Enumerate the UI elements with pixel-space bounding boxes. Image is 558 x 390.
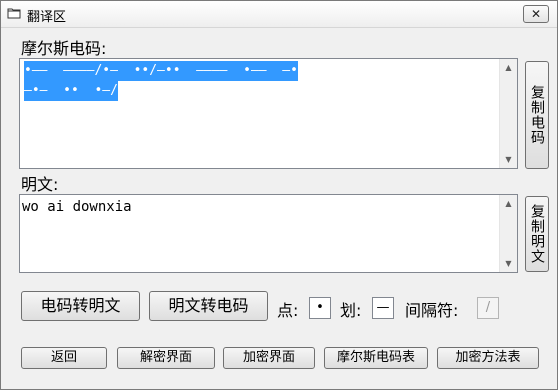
copy-morse-button[interactable]: 复制电码: [525, 61, 549, 169]
dot-label: 点:: [277, 301, 299, 320]
separator-label: 间隔符:: [405, 301, 459, 320]
plaintext-content: wo ai downxia: [22, 199, 132, 215]
scroll-down-arrow-icon[interactable]: ▼: [500, 255, 517, 272]
scroll-up-arrow-icon[interactable]: ▲: [500, 195, 517, 212]
copy-plaintext-button[interactable]: 复制明文: [525, 196, 549, 272]
plain-to-code-button[interactable]: 明文转电码: [149, 291, 268, 321]
morse-line-1: •—— ————/•— ••/—•• ———— •—— —•: [24, 61, 298, 81]
plaintext-textarea[interactable]: wo ai downxia ▲ ▼: [19, 194, 518, 273]
dash-label: 划:: [340, 301, 362, 320]
encrypt-ui-button[interactable]: 加密界面: [223, 347, 315, 369]
morse-label: 摩尔斯电码:: [21, 39, 107, 58]
close-button[interactable]: ✕: [523, 5, 549, 23]
morse-line-2: —•— •• •—/: [24, 81, 118, 101]
dash-symbol-field[interactable]: —: [372, 297, 394, 319]
morse-code-textarea[interactable]: •—— ————/•— ••/—•• ———— •—— —• —•— •• •—…: [19, 58, 518, 169]
copy-plaintext-label: 复制明文: [529, 204, 545, 264]
morse-table-button[interactable]: 摩尔斯电码表: [324, 347, 428, 369]
code-to-plain-button[interactable]: 电码转明文: [21, 291, 140, 321]
title-bar[interactable]: 翻译区 ✕: [1, 1, 557, 28]
translation-window: 翻译区 ✕ 摩尔斯电码: •—— ————/•— ••/—•• ———— •——…: [0, 0, 558, 390]
window-title: 翻译区: [27, 10, 67, 25]
decrypt-ui-button[interactable]: 解密界面: [117, 347, 215, 369]
back-button[interactable]: 返回: [21, 347, 107, 369]
morse-scrollbar[interactable]: ▲ ▼: [499, 59, 517, 168]
dot-symbol-field[interactable]: •: [309, 297, 331, 319]
window-folder-icon: [7, 8, 21, 19]
scroll-up-arrow-icon[interactable]: ▲: [500, 59, 517, 76]
method-table-button[interactable]: 加密方法表: [437, 347, 539, 369]
copy-morse-label: 复制电码: [529, 85, 545, 145]
plaintext-scrollbar[interactable]: ▲ ▼: [499, 195, 517, 272]
plaintext-label: 明文:: [21, 175, 59, 194]
separator-symbol-field: /: [477, 297, 499, 319]
scroll-down-arrow-icon[interactable]: ▼: [500, 151, 517, 168]
